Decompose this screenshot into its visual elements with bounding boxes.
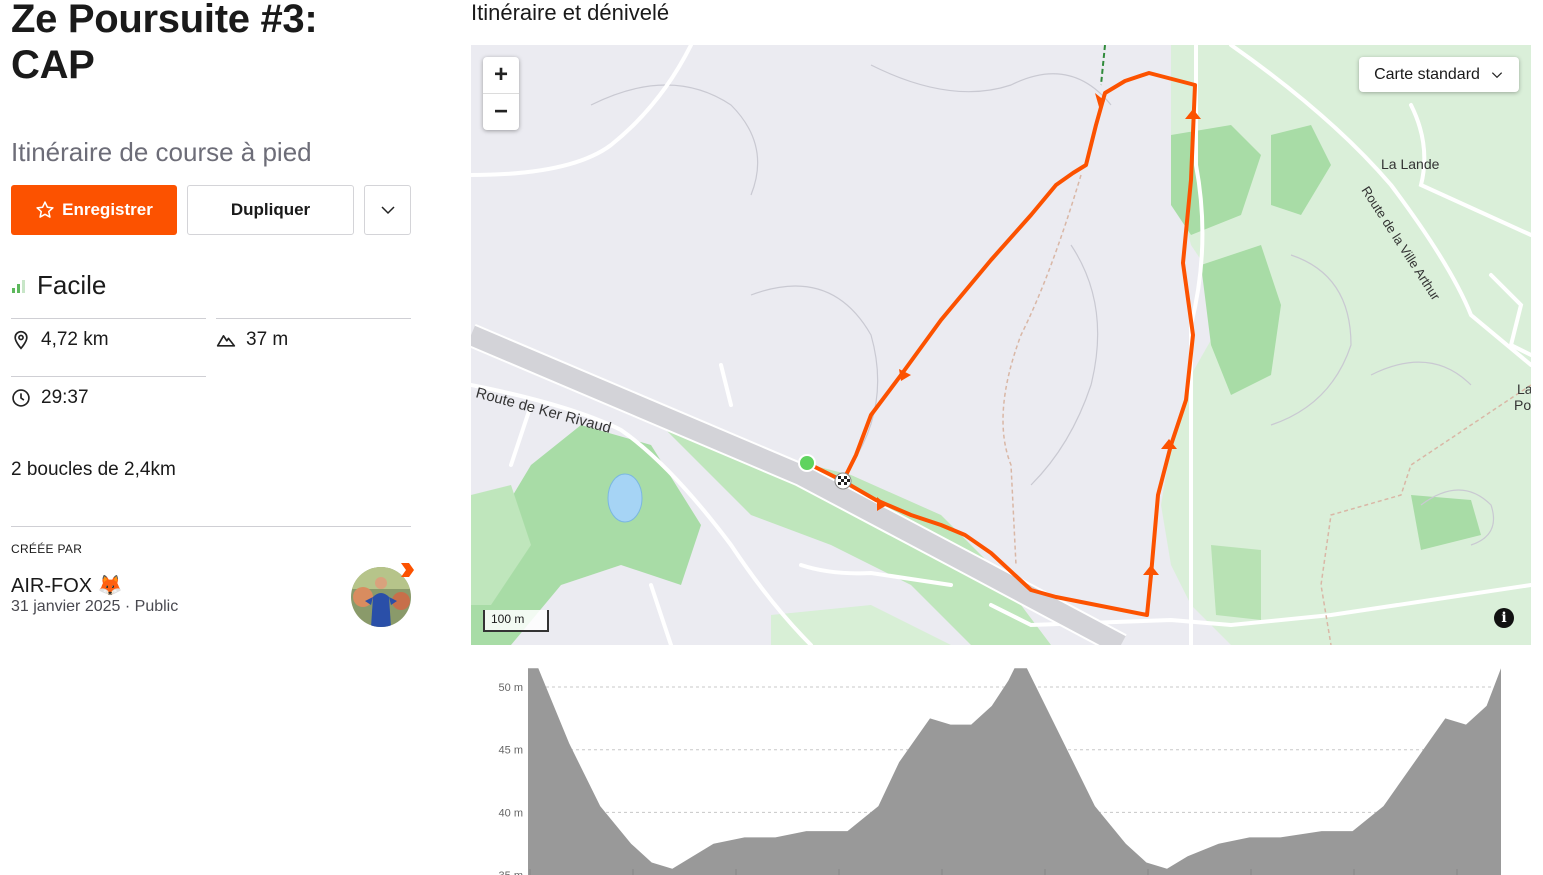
created-by-label: CRÉÉE PAR (11, 542, 83, 556)
route-title: Ze Poursuite #3: CAP (11, 0, 318, 87)
map-label-place: La Lande (1381, 156, 1440, 172)
divider (11, 376, 206, 377)
y-tick-label: 50 m (499, 682, 523, 694)
elevation-chart[interactable]: 50 m 45 m 40 m 35 m (471, 650, 1531, 875)
mountain-icon (216, 335, 236, 347)
difficulty-label: Facile (37, 270, 107, 300)
visibility: Public (134, 598, 179, 615)
clock-icon (12, 389, 30, 407)
info-icon[interactable]: i (1494, 608, 1514, 628)
connector-trail (1100, 45, 1106, 86)
y-tick-label: 45 m (499, 745, 523, 757)
zoom-controls: + − (483, 57, 519, 130)
distance-value: 4,72 km (41, 329, 109, 350)
action-buttons: Enregistrer Dupliquer (11, 185, 411, 235)
map-label-place: Po (1514, 397, 1531, 413)
section-title: Itinéraire et dénivelé (471, 0, 670, 25)
route-map[interactable]: Route de Ker Rivaud Route de la Ville Ar… (471, 45, 1531, 645)
elevation-y-ticks: 50 m 45 m 40 m 35 m (499, 682, 523, 875)
pond (607, 473, 643, 523)
creation-date: 31 janvier 2025 (11, 598, 121, 615)
divider (11, 526, 411, 527)
save-button-label: Enregistrer (62, 200, 153, 219)
duplicate-button-label: Dupliquer (230, 200, 311, 219)
route-meta: 31 janvier 2025 · Public (11, 598, 178, 616)
route-direction-arrows (877, 93, 1201, 575)
time-stat: 29:37 (11, 387, 89, 409)
map-style-label: Carte standard (1374, 65, 1480, 83)
location-pin-icon (14, 330, 28, 350)
divider (11, 318, 206, 319)
map-canvas: Route de Ker Rivaud Route de la Ville Ar… (471, 45, 1531, 645)
meta-separator: · (124, 598, 135, 615)
map-label-place: La (1517, 381, 1531, 397)
distance-stat: 4,72 km (11, 329, 109, 351)
difficulty: Facile (11, 270, 106, 301)
elevation-value: 37 m (246, 329, 289, 350)
star-icon (36, 201, 54, 218)
start-marker[interactable] (798, 454, 816, 472)
duplicate-button[interactable]: Dupliquer (187, 185, 354, 235)
y-tick-label: 35 m (499, 870, 523, 875)
route-type: Itinéraire de course à pied (11, 137, 312, 167)
route-summary-panel: Ze Poursuite #3: CAP Itinéraire de cours… (11, 0, 414, 627)
more-options-button[interactable] (364, 185, 411, 235)
chevron-down-icon (1491, 71, 1503, 78)
author-name[interactable]: AIR-FOX 🦊 (11, 573, 123, 598)
finish-flag-icon[interactable] (834, 472, 852, 490)
time-value: 29:37 (41, 387, 89, 408)
park-areas (471, 45, 1531, 645)
divider (216, 318, 411, 319)
map-scale: 100 m (483, 610, 549, 632)
subscriber-badge-icon (401, 563, 414, 577)
difficulty-bars-icon (12, 279, 25, 293)
elevation-stat: 37 m (216, 329, 288, 351)
map-style-dropdown[interactable]: Carte standard (1359, 57, 1519, 92)
elevation-area (528, 668, 1501, 875)
zoom-out-button[interactable]: − (483, 94, 519, 130)
route-description: 2 boucles de 2,4km (11, 459, 176, 480)
zoom-in-button[interactable]: + (483, 57, 519, 93)
save-button[interactable]: Enregistrer (11, 185, 177, 235)
y-tick-label: 40 m (499, 807, 523, 819)
chevron-down-icon (380, 206, 395, 215)
